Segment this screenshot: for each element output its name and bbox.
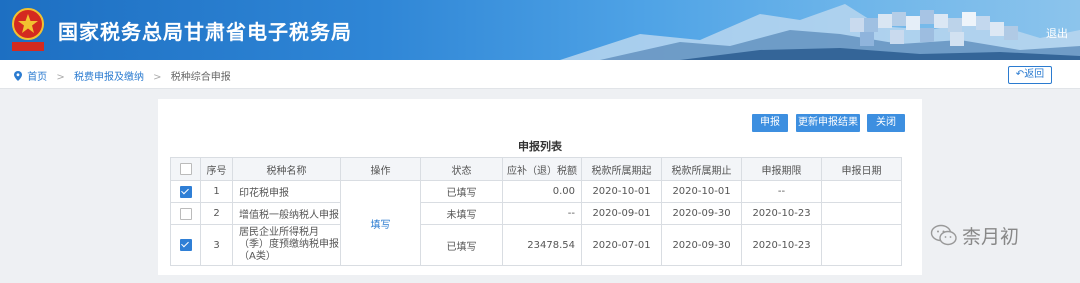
status: 未填写 bbox=[420, 202, 503, 225]
action-cell: 填写 bbox=[340, 180, 421, 266]
deadline: 2020-10-23 bbox=[741, 224, 822, 266]
list-title: 申报列表 bbox=[518, 140, 562, 153]
period-end: 2020-09-30 bbox=[661, 202, 742, 225]
declare-date bbox=[821, 180, 902, 203]
refresh-result-button[interactable]: 更新申报结果 bbox=[796, 114, 860, 132]
breadcrumb-separator: > bbox=[153, 72, 162, 83]
select-all-checkbox[interactable] bbox=[179, 163, 192, 175]
tax-name: 居民企业所得税月（季）度预缴纳税申报（A类） bbox=[232, 224, 341, 266]
tax-name: 印花税申报 bbox=[232, 180, 341, 203]
declaration-table: 序号 税种名称 操作 状态 应补（退）税额 税款所属期起 税款所属期止 申报期限… bbox=[170, 157, 902, 266]
breadcrumb-separator: > bbox=[56, 72, 65, 83]
row-select-cell[interactable] bbox=[170, 180, 201, 203]
column-header: 序号 bbox=[200, 157, 233, 181]
location-pin-icon bbox=[14, 71, 22, 81]
back-button[interactable]: ↶返回 bbox=[1008, 66, 1052, 84]
table-header-row: 序号 税种名称 操作 状态 应补（退）税额 税款所属期起 税款所属期止 申报期限… bbox=[170, 157, 902, 181]
deadline: 2020-10-23 bbox=[741, 202, 822, 225]
declaration-panel: 申报 更新申报结果 关闭 申报列表 序号 税种名称 操作 状态 应补（退）税额 … bbox=[158, 99, 922, 275]
table-row: 1 印花税申报 填写 已填写 0.00 2020-10-01 2020-10-0… bbox=[170, 180, 902, 266]
header-banner: 国家税务总局甘肃省电子税务局 退出 bbox=[0, 0, 1080, 60]
declare-date bbox=[821, 224, 902, 266]
wechat-icon bbox=[930, 224, 957, 246]
select-all-cell[interactable] bbox=[170, 157, 201, 181]
table-row: 2 增值税一般纳税人申报 未填写 -- 2020-09-01 2020-09-3… bbox=[170, 202, 902, 225]
row-checkbox[interactable] bbox=[179, 207, 192, 220]
column-header: 税种名称 bbox=[232, 157, 341, 181]
column-header: 税款所属期止 bbox=[661, 157, 742, 181]
row-select-cell[interactable] bbox=[170, 224, 201, 266]
site-title: 国家税务总局甘肃省电子税务局 bbox=[58, 20, 352, 44]
close-button[interactable]: 关闭 bbox=[867, 114, 905, 132]
user-info-blurred bbox=[850, 10, 1018, 46]
column-header: 应补（退）税额 bbox=[502, 157, 582, 181]
column-header: 状态 bbox=[420, 157, 503, 181]
breadcrumb: 首页 > 税费申报及缴纳 > 税种综合申报 bbox=[14, 68, 231, 83]
row-number: 3 bbox=[200, 224, 233, 266]
tax-name: 增值税一般纳税人申报 bbox=[232, 202, 341, 225]
row-number: 2 bbox=[200, 202, 233, 225]
period-start: 2020-09-01 bbox=[581, 202, 662, 225]
column-header: 申报期限 bbox=[741, 157, 822, 181]
return-arrow-icon: ↶ bbox=[1015, 69, 1025, 80]
period-end: 2020-10-01 bbox=[661, 180, 742, 203]
watermark: 柰月初 bbox=[930, 222, 1019, 249]
fill-in-link[interactable]: 填写 bbox=[371, 220, 391, 231]
period-start: 2020-07-01 bbox=[581, 224, 662, 266]
period-end: 2020-09-30 bbox=[661, 224, 742, 266]
column-header: 操作 bbox=[340, 157, 421, 181]
row-checkbox[interactable] bbox=[179, 185, 192, 198]
amount: 0.00 bbox=[502, 180, 582, 203]
column-header: 税款所属期起 bbox=[581, 157, 662, 181]
watermark-text: 柰月初 bbox=[962, 226, 1020, 248]
breadcrumb-bar: 首页 > 税费申报及缴纳 > 税种综合申报 ↶返回 bbox=[0, 60, 1080, 89]
status: 已填写 bbox=[420, 224, 503, 266]
deadline: -- bbox=[741, 180, 822, 203]
declare-date bbox=[821, 202, 902, 225]
logout-link[interactable]: 退出 bbox=[1046, 25, 1068, 41]
period-start: 2020-10-01 bbox=[581, 180, 662, 203]
breadcrumb-tax-filing[interactable]: 税费申报及缴纳 bbox=[74, 72, 144, 83]
amount: 23478.54 bbox=[502, 224, 582, 266]
table-row: 3 居民企业所得税月（季）度预缴纳税申报（A类） 已填写 23478.54 20… bbox=[170, 224, 902, 266]
row-checkbox[interactable] bbox=[179, 239, 192, 251]
national-emblem-icon bbox=[12, 8, 44, 51]
amount: -- bbox=[502, 202, 582, 225]
back-button-label: 返回 bbox=[1024, 69, 1045, 80]
breadcrumb-current: 税种综合申报 bbox=[170, 72, 231, 83]
status: 已填写 bbox=[420, 180, 503, 203]
row-select-cell[interactable] bbox=[170, 202, 201, 225]
declare-button[interactable]: 申报 bbox=[752, 114, 788, 132]
breadcrumb-home[interactable]: 首页 bbox=[27, 72, 47, 83]
column-header: 申报日期 bbox=[821, 157, 902, 181]
row-number: 1 bbox=[200, 180, 233, 203]
